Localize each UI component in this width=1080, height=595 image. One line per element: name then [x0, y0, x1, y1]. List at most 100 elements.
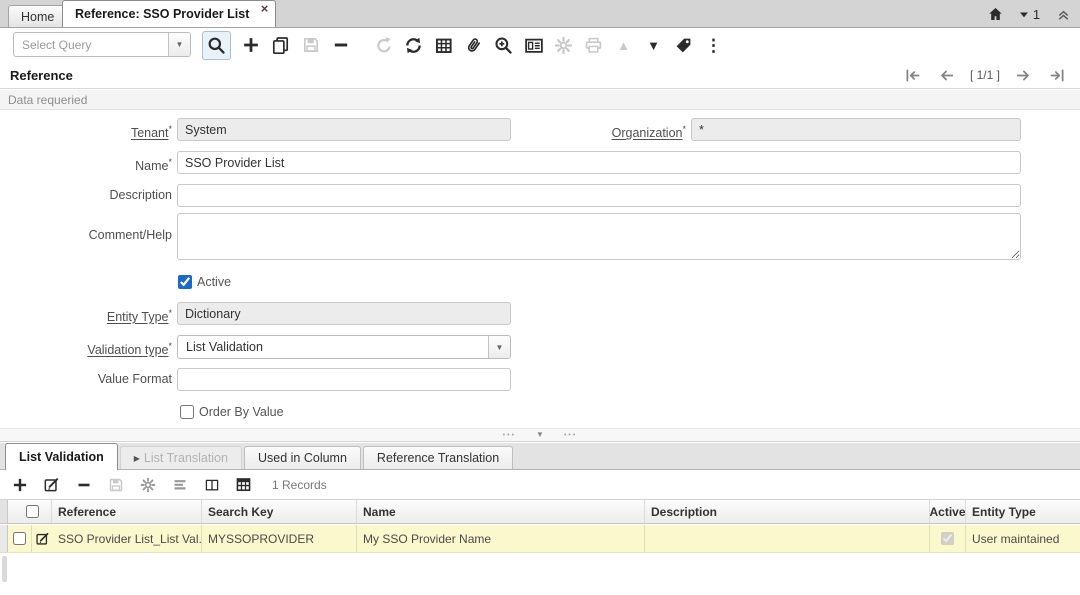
close-tab-icon[interactable]: ×	[261, 2, 269, 15]
splitter-collapse-icon[interactable]: ▼	[536, 431, 544, 439]
table-row[interactable]: SSO Provider List_List Val... MYSSOPROVI…	[0, 525, 1080, 553]
save-icon	[108, 477, 124, 493]
row-select-checkbox[interactable]	[13, 532, 26, 545]
previous-record-button[interactable]	[934, 63, 960, 87]
parent-record-button[interactable]: ▲	[613, 31, 634, 59]
status-message: Data requeried	[8, 92, 88, 107]
tab-reference-translation[interactable]: Reference Translation	[362, 446, 514, 469]
plus-icon	[242, 36, 260, 54]
undo-icon	[375, 36, 393, 54]
grid-filled-icon	[235, 476, 252, 493]
column-header-reference[interactable]: Reference	[52, 500, 202, 523]
grid-toggle-button[interactable]	[433, 31, 454, 59]
name-field[interactable]	[177, 151, 1021, 174]
copy-record-button[interactable]	[270, 31, 291, 59]
tab-list-validation[interactable]: List Validation	[5, 443, 118, 470]
cell-entity-type[interactable]: User maintained	[966, 525, 1080, 552]
column-header-name[interactable]: Name	[357, 500, 645, 523]
gear-icon	[554, 36, 573, 55]
value-format-label: Value Format	[97, 372, 172, 386]
save-row-button[interactable]	[106, 473, 125, 497]
attachment-button[interactable]	[463, 31, 484, 59]
toggle-grid-button[interactable]	[234, 473, 253, 497]
edit-pencil-icon[interactable]	[35, 531, 50, 546]
save-button[interactable]	[300, 31, 321, 59]
first-record-button[interactable]	[900, 63, 926, 87]
grid-icon	[434, 36, 453, 55]
tab-marker-icon: ▶	[133, 453, 140, 463]
description-field[interactable]	[177, 184, 1021, 207]
quick-form-button[interactable]	[170, 473, 189, 497]
delete-row-button[interactable]	[74, 473, 93, 497]
comment-help-field[interactable]	[177, 213, 1021, 260]
order-by-value-checkbox[interactable]	[180, 405, 194, 419]
column-header-active[interactable]: Active	[930, 500, 966, 523]
arrow-right-icon	[1014, 67, 1032, 84]
organization-field[interactable]	[691, 118, 1021, 141]
home-button[interactable]	[978, 0, 1012, 28]
open-windows-count: 1	[1032, 6, 1041, 22]
save-icon	[302, 36, 320, 54]
copy-icon	[271, 36, 290, 55]
cell-name[interactable]: My SSO Provider Name	[357, 525, 645, 552]
last-record-icon	[1048, 67, 1066, 84]
cell-active	[930, 525, 966, 552]
new-record-button[interactable]	[240, 31, 261, 59]
validation-type-combobox[interactable]: List Validation ▼	[177, 335, 511, 359]
cell-reference[interactable]: SSO Provider List_List Val...	[52, 525, 202, 552]
new-row-button[interactable]	[10, 473, 29, 497]
validation-type-label[interactable]: Validation type*	[0, 335, 172, 362]
more-actions-button[interactable]: ⋮	[703, 31, 724, 59]
comment-help-label: Comment/Help	[88, 228, 172, 242]
validation-type-value: List Validation	[186, 340, 263, 354]
report-button[interactable]	[523, 31, 544, 59]
print-button[interactable]	[583, 31, 604, 59]
entity-type-field[interactable]	[177, 302, 511, 325]
split-view-button[interactable]	[202, 473, 221, 497]
select-query-combobox[interactable]: Select Query ▼	[13, 32, 191, 57]
order-by-value-label: Order By Value	[199, 405, 284, 419]
collapse-header-button[interactable]	[1046, 0, 1080, 28]
order-by-value-checkbox-row: Order By Value	[180, 405, 284, 419]
cell-search-key[interactable]: MYSSOPROVIDER	[202, 525, 357, 552]
tab-home[interactable]: Home	[8, 5, 68, 27]
detail-record-button[interactable]: ▼	[643, 31, 664, 59]
delete-record-button[interactable]	[330, 31, 351, 59]
select-query-dropdown-icon[interactable]: ▼	[168, 33, 190, 56]
find-record-button[interactable]	[202, 30, 231, 60]
active-checkbox[interactable]	[178, 275, 192, 289]
tab-reference-window[interactable]: Reference: SSO Provider List ×	[62, 0, 277, 27]
open-windows-button[interactable]: 1	[1012, 0, 1046, 28]
last-record-button[interactable]	[1044, 63, 1070, 87]
column-header-entity-type[interactable]: Entity Type	[966, 500, 1080, 523]
row-edit-cell	[32, 525, 52, 552]
next-record-button[interactable]	[1010, 63, 1036, 87]
column-header-description[interactable]: Description	[645, 500, 930, 523]
column-header-search-key[interactable]: Search Key	[202, 500, 357, 523]
tag-icon	[674, 36, 693, 55]
record-position: [ 1/1 ]	[969, 68, 1000, 82]
undo-button[interactable]	[373, 31, 394, 59]
tab-used-in-column[interactable]: Used in Column	[243, 446, 361, 469]
organization-label[interactable]: Organization*	[540, 118, 686, 145]
scrollbar[interactable]	[2, 556, 7, 582]
value-format-field[interactable]	[177, 368, 511, 391]
frozen-column-spacer	[0, 525, 8, 552]
tenant-label[interactable]: Tenant*	[0, 118, 172, 145]
refresh-button[interactable]	[403, 31, 424, 59]
triangle-up-icon: ▲	[617, 37, 630, 53]
zoom-across-button[interactable]	[493, 31, 514, 59]
zoom-in-icon	[494, 36, 513, 55]
validation-type-dropdown-icon[interactable]: ▼	[488, 336, 510, 358]
double-chevron-up-icon	[1056, 7, 1071, 22]
entity-type-label[interactable]: Entity Type*	[0, 302, 172, 329]
tenant-field[interactable]	[177, 118, 511, 141]
cell-description[interactable]	[645, 525, 930, 552]
panel-splitter[interactable]: ••• ▼ •••	[0, 428, 1080, 442]
tab-list-translation: ▶ List Translation	[119, 446, 242, 469]
edit-row-button[interactable]	[42, 473, 61, 497]
label-button[interactable]	[673, 31, 694, 59]
customize-grid-button[interactable]	[138, 473, 157, 497]
process-button[interactable]	[553, 31, 574, 59]
select-all-checkbox[interactable]	[26, 505, 39, 518]
